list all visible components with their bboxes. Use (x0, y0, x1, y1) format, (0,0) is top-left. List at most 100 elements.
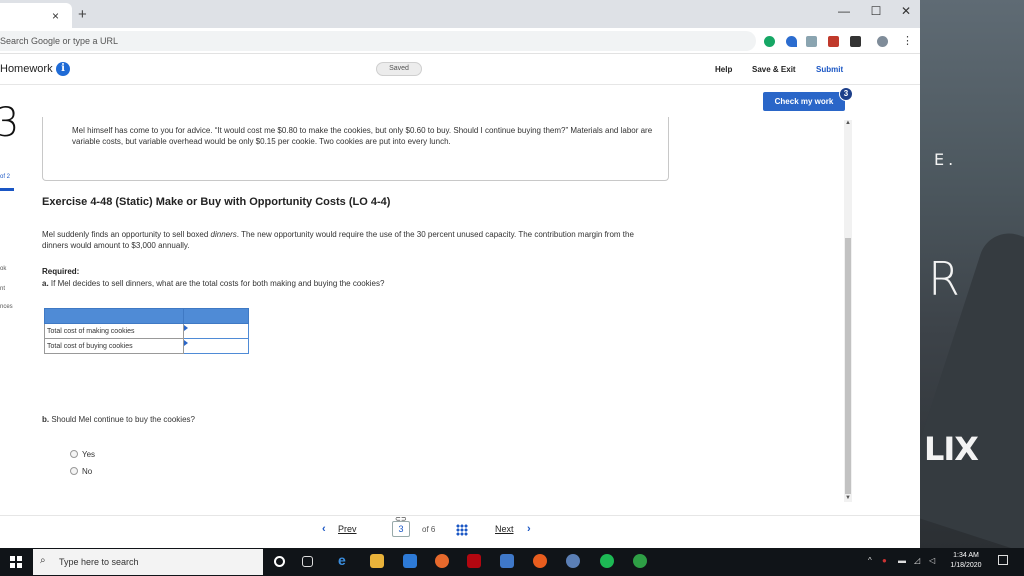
rail-item[interactable]: ok (0, 266, 6, 272)
profile-avatar-icon[interactable] (877, 36, 888, 47)
radio-button[interactable] (70, 450, 78, 458)
part-indicator: of 2 (0, 174, 11, 180)
help-link[interactable]: Help (715, 65, 732, 74)
windows-start-icon[interactable] (10, 556, 22, 568)
cortana-icon[interactable] (274, 556, 285, 567)
chrome-icon[interactable] (633, 554, 647, 568)
desc-text: Mel suddenly finds an opportunity to sel… (42, 230, 211, 239)
minimize-button[interactable]: — (830, 4, 858, 18)
radio-button[interactable] (70, 467, 78, 475)
table-header-cell (183, 308, 249, 324)
netflix-icon[interactable] (467, 554, 481, 568)
save-exit-link[interactable]: Save & Exit (752, 65, 796, 74)
taskbar-search-input[interactable]: ⌕ Type here to search (33, 549, 263, 575)
table-header-row (43, 308, 249, 324)
search-icon: ⌕ (40, 555, 46, 566)
question-a-text: If Mel decides to sell dinners, what are… (48, 279, 385, 288)
scenario-text-box: Mel himself has come to you for advice. … (42, 117, 669, 181)
battery-icon[interactable]: ▬ (898, 556, 906, 565)
question-a-label: a. (42, 279, 49, 288)
omnibox-input[interactable]: Search Google or type a URL (0, 31, 756, 51)
browser-tab[interactable]: × (0, 3, 72, 28)
spotify-icon[interactable] (600, 554, 614, 568)
store-icon[interactable] (403, 554, 417, 568)
exercise-title: Exercise 4-48 (Static) Make or Buy with … (42, 196, 391, 208)
page-total: of 6 (422, 525, 436, 534)
radio-option-yes[interactable]: Yes (70, 450, 95, 459)
pagination-bar: ‹ Prev ⊂⊃ 3 of 6 Next › (0, 515, 920, 545)
radio-label[interactable]: No (82, 467, 92, 476)
taskbar: ⌕ Type here to search e ^ ● ▬ ◿ ◁ 1:34 A… (0, 548, 1024, 576)
part-progress-bar (0, 188, 14, 191)
submit-link[interactable]: Submit (816, 65, 843, 74)
current-page-box[interactable]: 3 (392, 521, 410, 537)
notification-icon[interactable] (998, 555, 1008, 565)
app-icon[interactable] (533, 554, 547, 568)
question-number: 3 (0, 100, 20, 146)
scrollbar-thumb[interactable] (845, 238, 851, 494)
volume-icon[interactable]: ◁ (929, 556, 935, 565)
scroll-down-icon[interactable]: ▼ (845, 495, 851, 501)
scenario-text: Mel himself has come to you for advice. … (72, 126, 653, 146)
saved-status-badge: Saved (376, 62, 422, 76)
photos-icon[interactable] (500, 554, 514, 568)
extension-icon[interactable] (806, 36, 817, 47)
grammarly-extension-icon[interactable] (764, 36, 775, 47)
firefox-icon[interactable] (435, 554, 449, 568)
extension-icon[interactable] (828, 36, 839, 47)
taskbar-search-placeholder[interactable]: Type here to search (59, 557, 139, 567)
rail-item[interactable]: nt (0, 286, 5, 292)
buying-cost-input[interactable] (183, 338, 249, 354)
answer-table: Total cost of making cookies Total cost … (43, 308, 249, 354)
grid-icon[interactable] (456, 524, 468, 536)
desktop-background: E. R LIX (920, 0, 1024, 548)
clock-date: 1/18/2020 (950, 562, 982, 569)
tray-chevron-icon[interactable]: ^ (868, 556, 872, 565)
task-view-icon[interactable] (302, 556, 313, 567)
file-explorer-icon[interactable] (370, 554, 384, 568)
table-row: Total cost of buying cookies (43, 338, 249, 354)
close-window-button[interactable]: ✕ (892, 4, 920, 18)
taskbar-clock[interactable]: 1:34 AM 1/18/2020 (944, 551, 988, 571)
check-my-work-button[interactable]: Check my work (763, 92, 845, 111)
exercise-description: Mel suddenly finds an opportunity to sel… (42, 230, 642, 251)
extension-icon[interactable] (786, 36, 797, 47)
tab-bar: × + — ☐ ✕ (0, 0, 920, 28)
wifi-icon[interactable]: ◿ (914, 556, 920, 565)
table-header-cell (43, 308, 185, 324)
desktop-letters-e: E. (934, 150, 958, 169)
required-label: Required: (42, 267, 80, 276)
radio-option-no[interactable]: No (70, 467, 92, 476)
new-tab-button[interactable]: + (78, 6, 87, 23)
desc-italic: dinners (210, 230, 237, 239)
info-icon[interactable]: i (56, 62, 70, 76)
chevron-right-icon[interactable]: › (527, 523, 531, 535)
next-link[interactable]: Next (495, 524, 514, 534)
making-cost-input[interactable] (183, 323, 249, 339)
maximize-button[interactable]: ☐ (862, 4, 890, 18)
app-icon[interactable] (566, 554, 580, 568)
edge-icon[interactable]: e (338, 552, 352, 568)
row-label: Total cost of making cookies (43, 323, 185, 339)
prev-link[interactable]: Prev (338, 524, 357, 534)
extension-icon[interactable] (850, 36, 861, 47)
question-b-text: Should Mel continue to buy the cookies? (49, 415, 195, 424)
chevron-left-icon[interactable]: ‹ (322, 523, 326, 535)
radio-label[interactable]: Yes (82, 450, 95, 459)
browser-menu-icon[interactable]: ⋮ (902, 34, 913, 47)
question-b: b. Should Mel continue to buy the cookie… (42, 415, 195, 424)
scroll-up-icon[interactable]: ▲ (845, 120, 851, 126)
question-a: a. If Mel decides to sell dinners, what … (42, 279, 384, 288)
tab-close-icon[interactable]: × (52, 9, 59, 23)
check-count-badge: 3 (839, 87, 853, 101)
desktop-letter-r: R (928, 252, 960, 306)
rail-item[interactable]: nces (0, 304, 13, 310)
browser-window: × + — ☐ ✕ Search Google or type a URL ⋮ … (0, 0, 920, 548)
tray-app-icon[interactable]: ● (882, 556, 887, 565)
address-bar: Search Google or type a URL ⋮ (0, 28, 920, 54)
table-row: Total cost of making cookies (43, 323, 249, 339)
question-rail: 3 of 2 ok nt nces (0, 86, 22, 516)
row-label: Total cost of buying cookies (43, 338, 185, 354)
input-marker-icon (184, 340, 189, 346)
input-marker-icon (184, 325, 189, 331)
